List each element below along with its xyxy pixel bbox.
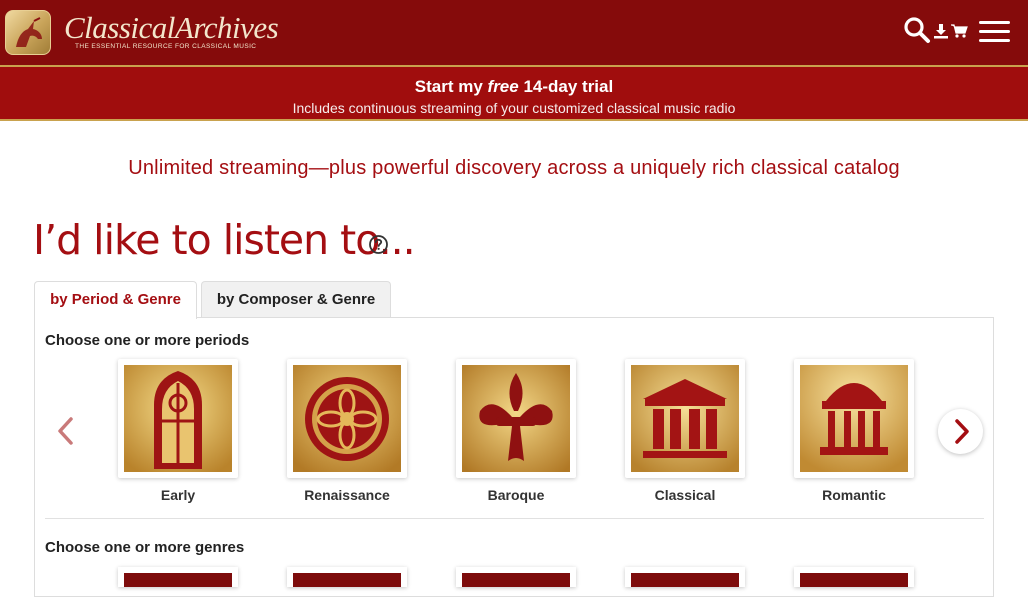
genre-card[interactable] xyxy=(625,567,745,587)
temple-icon xyxy=(631,365,739,472)
period-label-romantic: Romantic xyxy=(822,487,886,503)
genre-card[interactable] xyxy=(456,567,576,587)
page-heading: I’d like to listen to... xyxy=(33,216,416,264)
selection-panel: Choose one or more periods Early Renaiss… xyxy=(34,317,994,597)
rose-window-icon xyxy=(293,365,401,472)
promo-tagline: Unlimited streaming—plus powerful discov… xyxy=(128,157,900,179)
brand-logo[interactable]: ClassicalArchives THE ESSENTIAL RESOURCE… xyxy=(64,10,279,55)
fleur-de-lis-icon xyxy=(462,365,570,472)
cart-icon[interactable] xyxy=(951,23,968,39)
period-label-classical: Classical xyxy=(654,487,716,503)
download-icon[interactable] xyxy=(933,23,949,39)
trial-subtitle: Includes continuous streaming of your cu… xyxy=(292,100,736,116)
carousel-next-arrow-icon[interactable] xyxy=(938,409,983,454)
period-card-early[interactable] xyxy=(118,359,238,478)
genres-label: Choose one or more genres xyxy=(45,539,245,556)
periods-label: Choose one or more periods xyxy=(45,332,250,349)
period-card-romantic[interactable] xyxy=(794,359,914,478)
tab-by-composer-genre[interactable]: by Composer & Genre xyxy=(201,281,391,318)
carousel-prev-arrow-icon[interactable] xyxy=(52,414,80,448)
search-icon[interactable] xyxy=(903,16,931,44)
brand-tagline: THE ESSENTIAL RESOURCE FOR CLASSICAL MUS… xyxy=(75,43,257,50)
trial-title: Start my free 14-day trial xyxy=(414,77,614,96)
tab-by-period-genre[interactable]: by Period & Genre xyxy=(34,281,197,319)
genre-card[interactable] xyxy=(287,567,407,587)
free-trial-banner[interactable]: Start my free 14-day trial Includes cont… xyxy=(0,65,1028,121)
period-label-renaissance: Renaissance xyxy=(304,487,390,503)
period-card-renaissance[interactable] xyxy=(287,359,407,478)
unicorn-logo-icon[interactable] xyxy=(5,10,51,55)
gothic-window-icon xyxy=(124,365,232,472)
brand-name: ClassicalArchives xyxy=(64,10,279,45)
genre-card[interactable] xyxy=(794,567,914,587)
period-card-classical[interactable] xyxy=(625,359,745,478)
gazebo-icon xyxy=(800,365,908,472)
help-question-icon[interactable] xyxy=(368,234,389,255)
period-label-baroque: Baroque xyxy=(487,487,545,503)
section-divider xyxy=(45,518,984,519)
hamburger-menu-icon[interactable] xyxy=(979,21,1011,45)
period-card-baroque[interactable] xyxy=(456,359,576,478)
genre-card[interactable] xyxy=(118,567,238,587)
site-header: ClassicalArchives THE ESSENTIAL RESOURCE… xyxy=(0,0,1028,65)
period-label-early: Early xyxy=(160,487,196,503)
